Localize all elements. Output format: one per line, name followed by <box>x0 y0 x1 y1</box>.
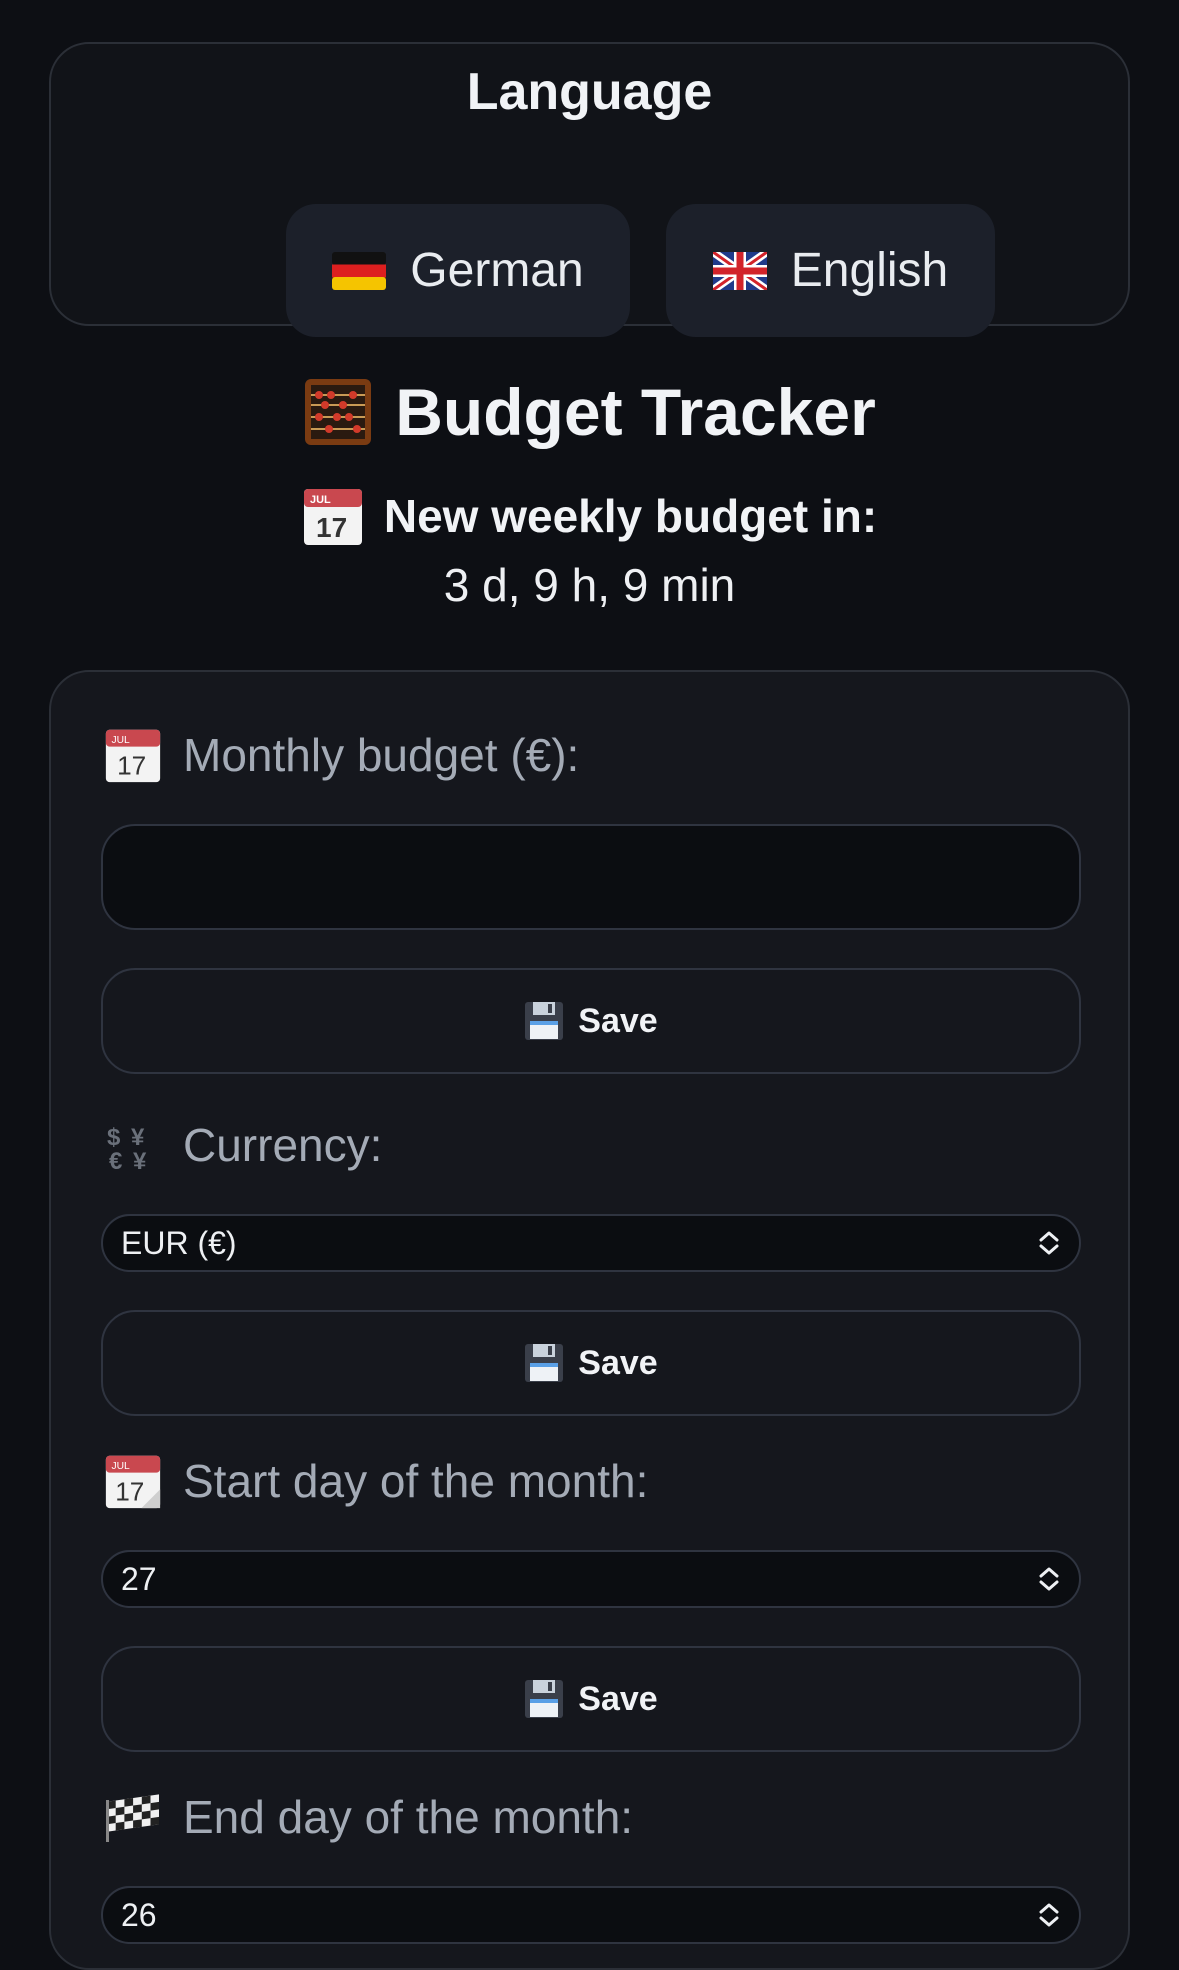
svg-text:JUL: JUL <box>111 1461 130 1472</box>
save-label: Save <box>578 1001 658 1040</box>
currency-label-row: $ ¥ € ¥ Currency: <box>103 1110 382 1180</box>
currency-exchange-icon: $ ¥ € ¥ <box>103 1115 163 1175</box>
start-day-label-row: JUL 17 Start day of the month: <box>103 1446 648 1516</box>
language-title: Language <box>466 63 713 121</box>
save-label: Save <box>578 1343 658 1382</box>
floppy-disk-icon <box>524 1343 564 1383</box>
svg-text:17: 17 <box>115 1477 144 1507</box>
svg-text:€: € <box>109 1148 122 1171</box>
svg-text:¥: ¥ <box>131 1124 145 1151</box>
svg-text:JUL: JUL <box>310 494 331 506</box>
svg-text:JUL: JUL <box>111 735 130 746</box>
abacus-icon <box>303 377 373 447</box>
floppy-disk-icon <box>524 1679 564 1719</box>
end-day-selected-value: 26 <box>121 1896 157 1933</box>
end-day-select[interactable]: 26 <box>101 1886 1081 1944</box>
currency-label: Currency: <box>183 1119 383 1171</box>
calendar-icon: JUL 17 <box>302 485 364 547</box>
currency-selected-value: EUR (€) <box>121 1224 237 1261</box>
svg-text:$: $ <box>107 1124 121 1151</box>
currency-select[interactable]: EUR (€) <box>101 1214 1081 1272</box>
end-day-label-row: End day of the month: <box>103 1782 633 1852</box>
germany-flag-icon <box>332 251 387 290</box>
save-label: Save <box>578 1679 658 1718</box>
language-button-english[interactable]: English <box>666 204 995 337</box>
save-monthly-budget-button[interactable]: Save <box>101 968 1081 1074</box>
language-button-label: English <box>790 244 949 297</box>
tear-off-calendar-icon: JUL 17 <box>103 1451 163 1511</box>
app-title-text: Budget Tracker <box>395 375 876 449</box>
svg-text:17: 17 <box>117 751 146 781</box>
uk-flag-icon <box>712 251 767 290</box>
save-currency-button[interactable]: Save <box>101 1310 1081 1416</box>
language-button-german[interactable]: German <box>286 204 630 337</box>
monthly-budget-label-row: JUL 17 Monthly budget (€): <box>103 720 579 790</box>
svg-text:¥: ¥ <box>133 1148 147 1171</box>
end-day-label: End day of the month: <box>183 1791 634 1843</box>
calendar-icon: JUL 17 <box>103 725 163 785</box>
countdown-value: 3 d, 9 h, 9 min <box>443 559 736 611</box>
start-day-selected-value: 27 <box>121 1560 157 1597</box>
start-day-label: Start day of the month: <box>183 1455 649 1507</box>
chevron-up-down-icon <box>1037 1901 1061 1929</box>
chevron-up-down-icon <box>1037 1565 1061 1593</box>
language-button-label: German <box>410 244 584 297</box>
start-day-select[interactable]: 27 <box>101 1550 1081 1608</box>
weekly-budget-label: New weekly budget in: <box>383 490 878 542</box>
save-start-day-button[interactable]: Save <box>101 1646 1081 1752</box>
app-title: Budget Tracker <box>0 372 1179 452</box>
chevron-up-down-icon <box>1037 1229 1061 1257</box>
language-card: Language German English <box>49 42 1130 337</box>
weekly-budget-heading: JUL 17 New weekly budget in: <box>0 485 1179 547</box>
floppy-disk-icon <box>524 1001 564 1041</box>
checkered-flag-icon <box>103 1787 163 1847</box>
monthly-budget-label: Monthly budget (€): <box>183 729 580 781</box>
monthly-budget-input[interactable] <box>101 824 1081 930</box>
svg-text:17: 17 <box>316 512 347 543</box>
settings-card: JUL 17 Monthly budget (€): Save $ ¥ € ¥ <box>49 670 1130 1970</box>
